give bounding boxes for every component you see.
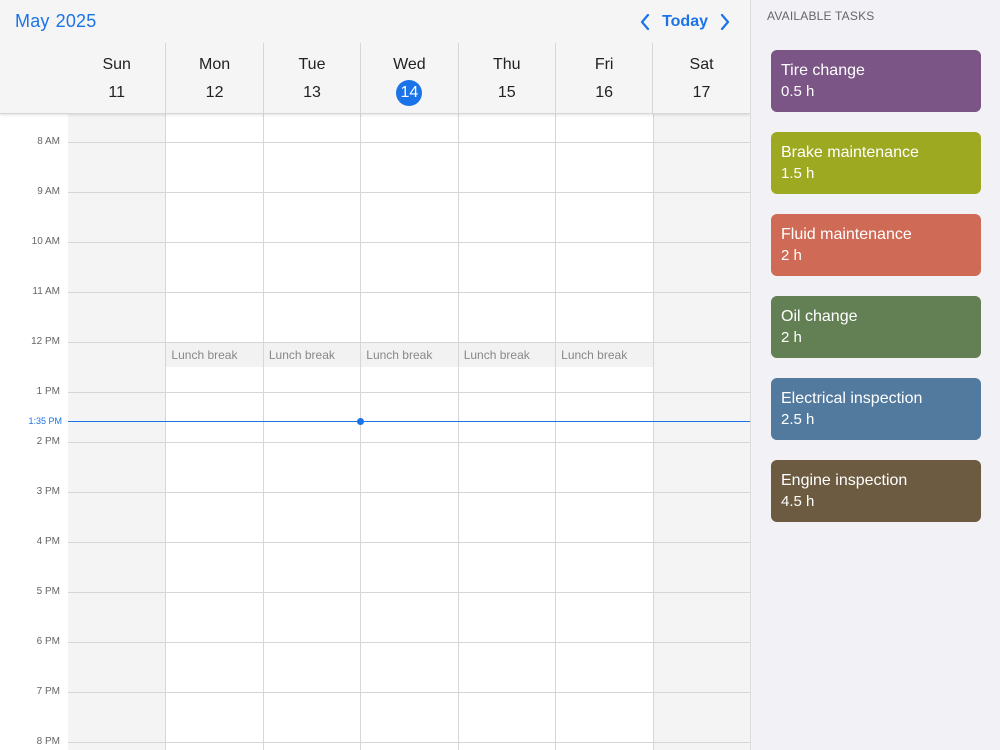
lunch-break-block: Lunch break [458, 343, 556, 367]
time-label: 5 PM [36, 586, 60, 597]
chevron-left-icon [640, 14, 650, 30]
day-column-sat[interactable] [652, 114, 750, 750]
task-card[interactable]: Electrical inspection 2.5 h [771, 378, 981, 440]
hour-line [68, 442, 750, 443]
day-number: 11 [108, 84, 125, 101]
scheduler-app: May 2025 Today Sun 11 Mon 12 Tue 13 Wed 14 Thu 15 F… [0, 0, 1000, 750]
day-number: 16 [595, 84, 614, 101]
day-name: Tue [298, 56, 326, 73]
task-name: Brake maintenance [781, 144, 919, 161]
time-label: 4 PM [36, 536, 60, 547]
day-header-wed[interactable]: Wed 14 [360, 43, 457, 114]
task-name: Electrical inspection [781, 390, 923, 407]
hour-line [68, 742, 750, 743]
day-header-sun[interactable]: Sun 11 [68, 43, 165, 114]
task-duration: 1.5 h [781, 165, 815, 182]
year-label: 2025 [55, 11, 97, 31]
day-header-thu[interactable]: Thu 15 [457, 43, 555, 114]
day-name: Fri [594, 56, 614, 73]
task-card[interactable]: Fluid maintenance 2 h [771, 214, 981, 276]
hour-line [68, 542, 750, 543]
task-duration: 4.5 h [781, 493, 815, 510]
day-column-mon[interactable] [165, 114, 262, 750]
current-time-line [68, 421, 750, 423]
task-card[interactable]: Tire change 0.5 h [771, 50, 981, 112]
week-calendar: May 2025 Today Sun 11 Mon 12 Tue 13 Wed 14 Thu 15 F… [0, 0, 750, 750]
task-name: Oil change [781, 308, 858, 325]
task-card[interactable]: Brake maintenance 1.5 h [771, 132, 981, 194]
day-number: 17 [692, 84, 711, 101]
day-header-tue[interactable]: Tue 13 [262, 43, 360, 114]
hour-line [68, 242, 750, 243]
day-number: 15 [497, 84, 516, 101]
day-column-fri[interactable] [555, 114, 652, 750]
calendar-header: May 2025 Today Sun 11 Mon 12 Tue 13 Wed 14 Thu 15 F… [0, 0, 750, 114]
time-label: 8 AM [37, 136, 60, 147]
time-label: 11 AM [32, 286, 60, 297]
next-week-button[interactable] [714, 9, 736, 35]
day-column-wed[interactable] [360, 114, 457, 750]
time-label: 7 PM [36, 686, 60, 697]
hour-line [68, 192, 750, 193]
day-name: Sun [102, 56, 131, 73]
today-date-badge: 14 [396, 80, 423, 106]
day-number: 12 [205, 84, 224, 101]
month-year-title: May 2025 [15, 11, 96, 32]
day-name: Sat [689, 56, 714, 73]
day-header-mon[interactable]: Mon 12 [165, 43, 262, 114]
lunch-break-block: Lunch break [263, 343, 361, 367]
lunch-break-block: Lunch break [556, 343, 653, 367]
task-name: Engine inspection [781, 472, 908, 489]
day-header-fri[interactable]: Fri 16 [554, 43, 652, 114]
month-label: May [15, 11, 50, 31]
date-navigation: Today [634, 9, 736, 35]
day-name: Mon [199, 56, 231, 73]
day-column-tue[interactable] [262, 114, 360, 750]
day-column-thu[interactable] [457, 114, 555, 750]
time-label: 6 PM [36, 636, 60, 647]
task-duration: 2 h [781, 329, 802, 346]
time-gutter: 8 AM 9 AM 10 AM 11 AM 12 PM 1 PM 2 PM 3 PM 4 PM 5… [0, 114, 68, 750]
time-label: 1 PM [36, 386, 60, 397]
day-name: Wed [393, 56, 426, 73]
time-label: 3 PM [36, 486, 60, 497]
time-label: 8 PM [36, 736, 60, 747]
day-name: Thu [492, 56, 521, 73]
time-label: 12 PM [31, 336, 60, 347]
time-label: 2 PM [36, 436, 60, 447]
hour-line [68, 492, 750, 493]
previous-week-button[interactable] [634, 9, 656, 35]
time-label: 9 AM [37, 186, 60, 197]
task-name: Fluid maintenance [781, 226, 912, 243]
task-card[interactable]: Engine inspection 4.5 h [771, 460, 981, 522]
day-headers: Sun 11 Mon 12 Tue 13 Wed 14 Thu 15 Fri 16 Sat 17 [68, 43, 750, 114]
time-grid: 8 AM 9 AM 10 AM 11 AM 12 PM 1 PM 2 PM 3 PM 4 PM 5… [0, 114, 750, 750]
hour-line [68, 592, 750, 593]
current-time-label: 1:35 PM [28, 416, 62, 427]
days-area: Lunch break Lunch break Lunch break Lunch b… [68, 114, 750, 750]
hour-line [68, 692, 750, 693]
hour-line [68, 642, 750, 643]
hour-line [68, 392, 750, 393]
task-duration: 0.5 h [781, 83, 815, 100]
task-duration: 2.5 h [781, 411, 815, 428]
hour-line [68, 342, 750, 343]
lunch-break-block: Lunch break [166, 343, 263, 367]
day-header-sat[interactable]: Sat 17 [652, 43, 749, 114]
task-name: Tire change [781, 62, 865, 79]
day-column-sun[interactable] [68, 114, 166, 750]
chevron-right-icon [720, 14, 730, 30]
tasks-panel-title: AVAILABLE TASKS [767, 9, 875, 23]
day-number: 13 [303, 84, 321, 101]
task-duration: 2 h [781, 247, 802, 264]
lunch-break-block: Lunch break [361, 343, 458, 367]
task-card[interactable]: Oil change 2 h [771, 296, 981, 358]
today-button[interactable]: Today [656, 13, 714, 31]
available-tasks-panel: AVAILABLE TASKS Tire change 0.5 h Brake ma… [750, 0, 1000, 750]
time-label: 10 AM [31, 236, 60, 247]
hour-line [68, 142, 750, 143]
hour-line [68, 292, 750, 293]
